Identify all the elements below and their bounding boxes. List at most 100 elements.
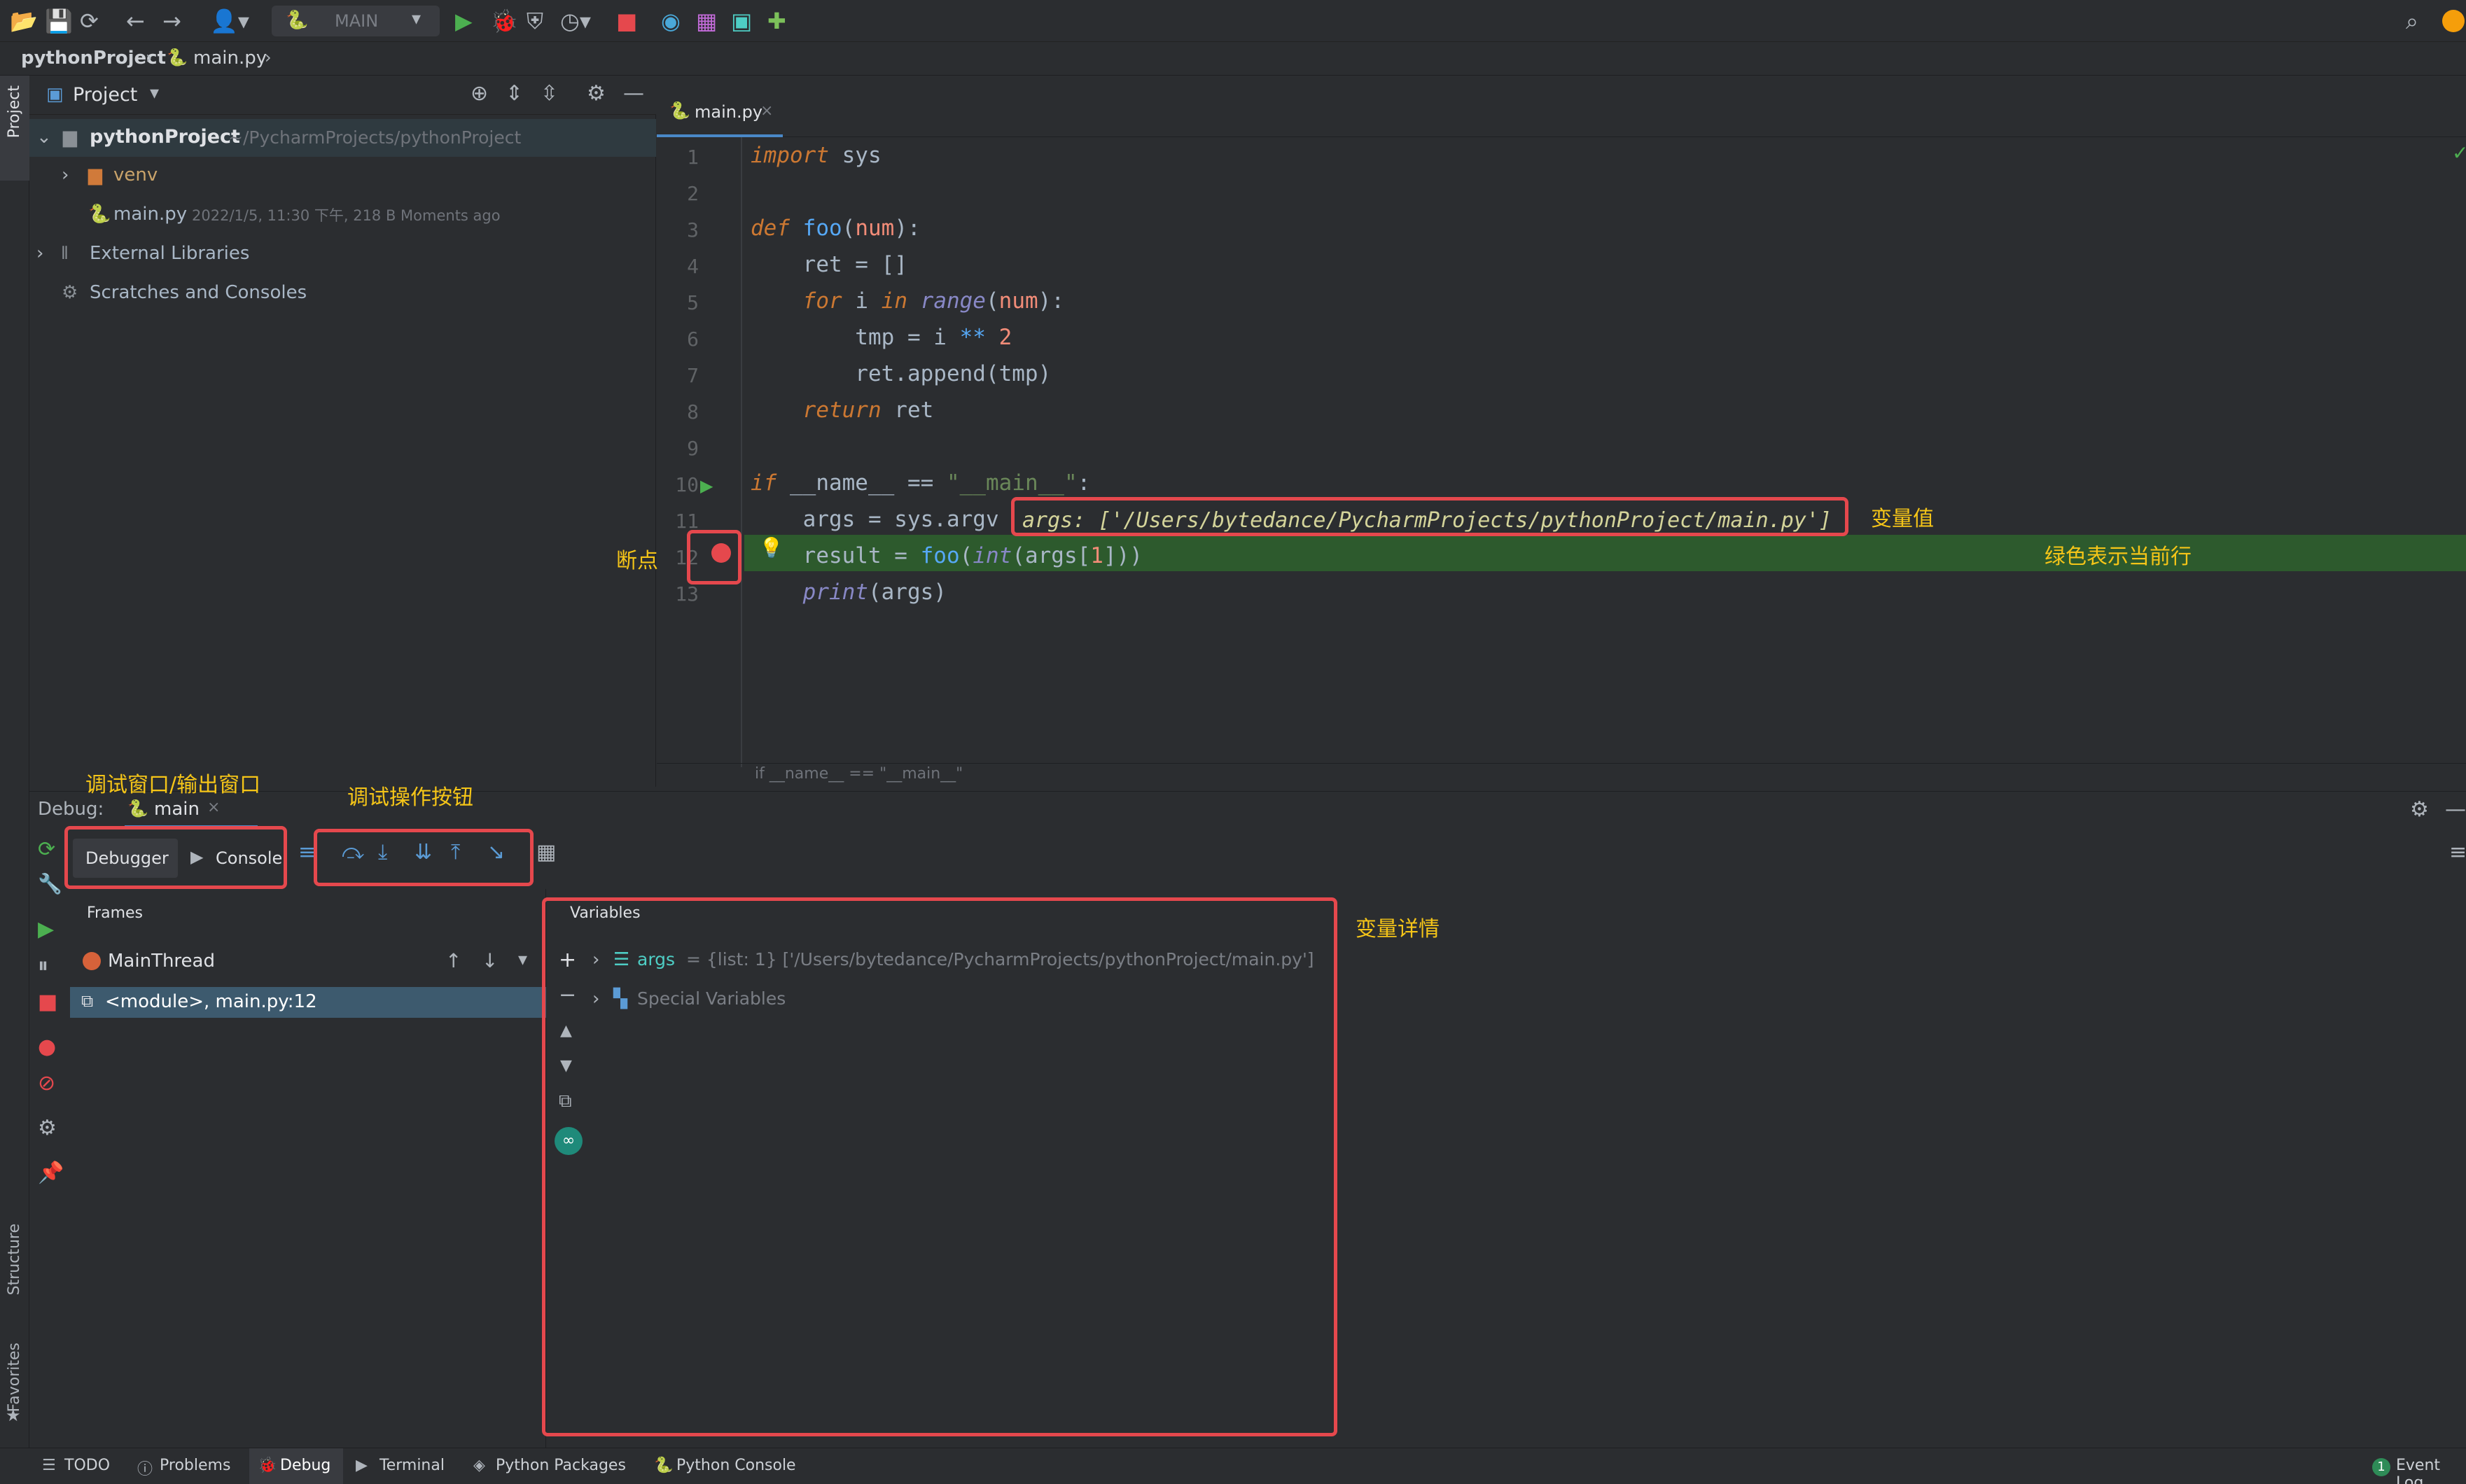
- project-view-title[interactable]: Project: [73, 84, 137, 106]
- run-config-selector[interactable]: 🐍 MAIN ▾: [272, 6, 440, 36]
- debug-session-label: main: [154, 799, 200, 820]
- tool-tab-problems[interactable]: Problems: [160, 1457, 230, 1474]
- plugin-icon[interactable]: ✚: [767, 7, 786, 35]
- back-icon[interactable]: ←: [126, 7, 145, 35]
- tool-tab-event-log[interactable]: Event Log: [2396, 1457, 2466, 1484]
- jupyter-icon[interactable]: ▣: [731, 7, 752, 35]
- favorites-tool-tab[interactable]: Favorites: [6, 1343, 23, 1412]
- sync-icon[interactable]: ⟳: [80, 7, 99, 35]
- breadcrumb-project[interactable]: pythonProject: [21, 48, 166, 69]
- expand-all-icon[interactable]: ⇕: [506, 81, 523, 106]
- minimize-icon[interactable]: —: [623, 81, 644, 106]
- tool-tab-todo[interactable]: TODO: [64, 1457, 110, 1474]
- thread-name: MainThread: [108, 951, 215, 972]
- python-file-icon: 🐍: [88, 204, 111, 225]
- profile-icon[interactable]: ◷▾: [560, 7, 591, 35]
- project-tool-tab[interactable]: Project: [0, 76, 29, 181]
- rerun-icon[interactable]: ⟳: [38, 837, 55, 862]
- layout-icon[interactable]: ▦: [696, 7, 717, 35]
- stop-icon[interactable]: ■: [38, 990, 57, 1014]
- resume-icon[interactable]: ▶: [38, 917, 54, 941]
- user-icon[interactable]: 👤▾: [210, 7, 249, 35]
- python-file-icon: 🐍: [167, 48, 188, 67]
- project-tool-label: Project: [6, 85, 23, 139]
- highlight-box-debug-tabs: [64, 826, 287, 889]
- annotation-debug-window: 调试窗口/输出窗口: [85, 773, 261, 797]
- evaluate-expression-icon[interactable]: ▦: [536, 840, 556, 864]
- event-count-badge: 1: [2372, 1458, 2390, 1476]
- tab-label: main.py: [695, 102, 763, 122]
- line-number: 6: [687, 328, 699, 351]
- tree-item-scratches[interactable]: ⚙ Scratches and Consoles: [29, 276, 656, 311]
- chevron-down-icon[interactable]: ▾: [150, 83, 159, 104]
- collapse-all-icon[interactable]: ⇳: [541, 81, 558, 106]
- thread-selector[interactable]: MainThread ↑ ↓ ▾: [70, 945, 546, 980]
- packages-icon: ◈: [473, 1457, 485, 1474]
- line-number: 3: [687, 218, 699, 241]
- run-icon[interactable]: ▶: [455, 7, 473, 35]
- run-gutter-icon[interactable]: ▶: [700, 476, 713, 496]
- run-config-label: MAIN: [335, 11, 379, 31]
- code-line: for i in range(num):: [802, 288, 1064, 314]
- main-toolbar: 📂 💾 ⟳ ← → 👤▾ 🐍 MAIN ▾ ▶ 🐞 ⛨ ◷▾ ■ ◉ ▦ ▣ ✚…: [0, 0, 2466, 42]
- stop-icon[interactable]: ■: [616, 7, 637, 35]
- wrench-icon[interactable]: 🔧: [38, 872, 62, 895]
- update-icon[interactable]: [2442, 10, 2465, 32]
- mute-breakpoints-icon[interactable]: ⊘: [38, 1071, 55, 1096]
- search-icon[interactable]: ⌕: [2406, 7, 2418, 35]
- python-icon: 🐍: [286, 10, 309, 31]
- inspection-ok-icon: ✓: [2452, 141, 2466, 164]
- arrow-down-icon[interactable]: ↓: [482, 949, 498, 972]
- code-editor[interactable]: ✓ 1 2 3 4 5 6 7 8 9 10 11 12 13 ▶ 💡 impo…: [657, 137, 2466, 776]
- chevron-right-icon[interactable]: ›: [62, 161, 69, 189]
- close-icon[interactable]: ×: [207, 799, 220, 816]
- code-line: args = sys.argv: [751, 507, 999, 532]
- code-line: if __name__ == "__main__":: [751, 470, 1091, 496]
- editor-tab-bar: 🐍 main.py ×: [657, 76, 2466, 137]
- gear-icon[interactable]: ⚙: [38, 1116, 57, 1140]
- debug-icon[interactable]: 🐞: [490, 7, 518, 35]
- tab-main-py[interactable]: 🐍 main.py ×: [657, 91, 783, 137]
- arrow-up-icon[interactable]: ↑: [445, 949, 461, 972]
- chevron-down-icon[interactable]: ⌄: [36, 123, 52, 151]
- menu-icon[interactable]: ≡: [2449, 840, 2466, 864]
- forward-icon[interactable]: →: [162, 7, 181, 35]
- tool-tab-debug[interactable]: 🐞 Debug: [249, 1448, 343, 1484]
- breadcrumb-file[interactable]: main.py: [193, 48, 267, 69]
- frame-row[interactable]: ⧉ <module>, main.py:12: [70, 987, 546, 1018]
- chevron-right-icon: ›: [265, 48, 272, 67]
- structure-tool-tab[interactable]: Structure: [6, 1224, 23, 1295]
- chevron-right-icon[interactable]: ›: [36, 239, 43, 267]
- annotation-debug-buttons: 调试操作按钮: [347, 785, 473, 810]
- pause-icon[interactable]: ⏸: [38, 953, 48, 978]
- tool-tab-python-packages[interactable]: Python Packages: [496, 1457, 626, 1474]
- tree-root-row[interactable]: ⌄ ▆ pythonProject ~/PycharmProjects/pyth…: [29, 119, 656, 157]
- view-breakpoints-icon[interactable]: ●: [38, 1035, 56, 1059]
- star-icon: ★: [6, 1406, 21, 1425]
- tool-tab-python-console[interactable]: Python Console: [676, 1457, 796, 1474]
- annotation-breakpoint: 断点: [616, 549, 658, 573]
- coverage-icon[interactable]: ⛨: [527, 7, 543, 35]
- tree-item-venv[interactable]: › ▆ venv: [29, 158, 656, 193]
- code-line: ret = []: [751, 252, 907, 277]
- tree-item-main-py[interactable]: 🐍 main.py 2022/1/5, 11:30 下午, 218 B Mome…: [29, 197, 656, 232]
- tree-item-external-libraries[interactable]: › 𝍪 External Libraries: [29, 237, 656, 272]
- debug-label: Debug:: [38, 799, 104, 820]
- editor-breadcrumb-path[interactable]: if __name__ == "__main__": [755, 765, 963, 783]
- locate-icon[interactable]: ⊕: [471, 81, 488, 106]
- save-icon[interactable]: 💾: [45, 7, 73, 35]
- code-line: import sys: [751, 143, 882, 168]
- line-number: 7: [687, 364, 699, 387]
- sciview-icon[interactable]: ◉: [661, 7, 681, 35]
- python-file-icon: 🐍: [669, 101, 690, 120]
- gear-icon[interactable]: ⚙: [2410, 797, 2429, 822]
- tool-tab-terminal[interactable]: Terminal: [379, 1457, 445, 1474]
- highlight-box-debug-buttons: [314, 829, 534, 886]
- minimize-icon[interactable]: —: [2445, 797, 2466, 822]
- chevron-down-icon[interactable]: ▾: [518, 949, 527, 970]
- close-icon[interactable]: ×: [760, 102, 773, 120]
- gear-icon[interactable]: ⚙: [587, 81, 606, 106]
- chevron-right-icon: ›: [146, 48, 153, 67]
- open-folder-icon[interactable]: 📂: [10, 7, 38, 35]
- pin-icon[interactable]: 📌: [38, 1161, 64, 1185]
